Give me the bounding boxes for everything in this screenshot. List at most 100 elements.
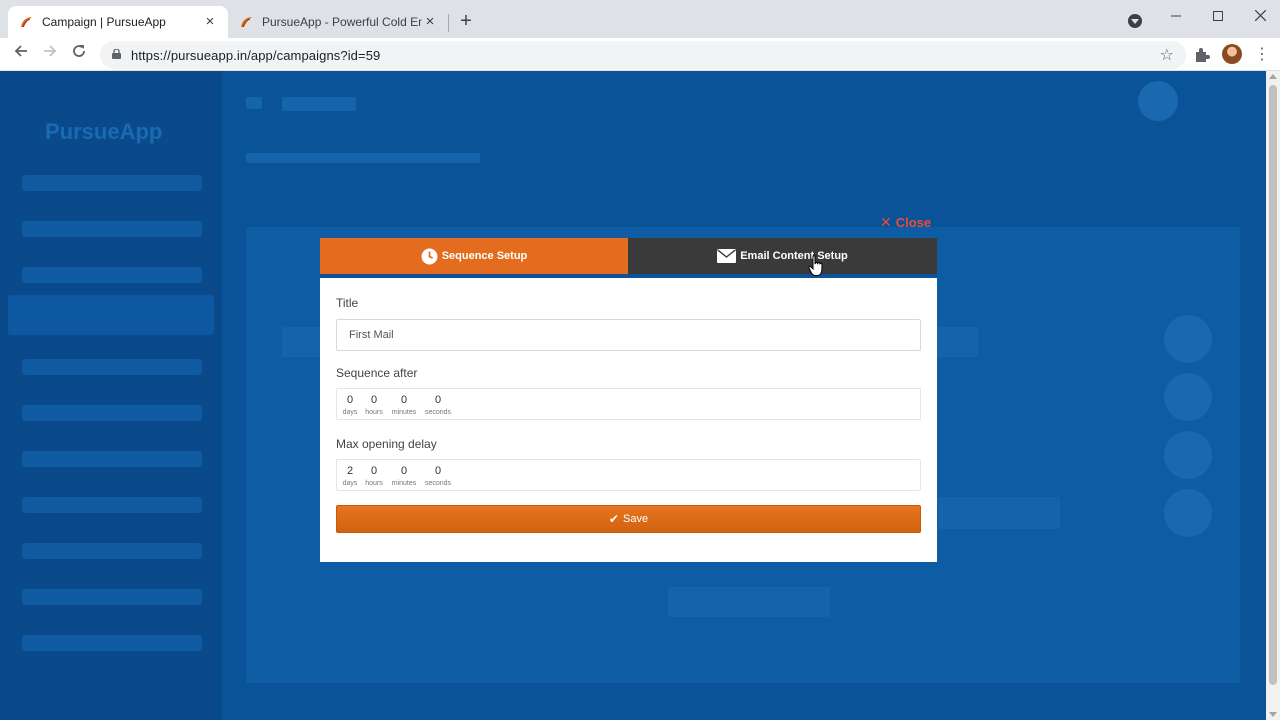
sidebar-item (22, 497, 202, 513)
max-delay-hours[interactable]: 0 hours (363, 465, 385, 488)
forward-arrow-icon (44, 45, 57, 57)
minutes-caption: minutes (391, 409, 417, 416)
seconds-value: 0 (434, 465, 442, 477)
user-avatar-placeholder (1138, 81, 1178, 121)
sequence-after-label: Sequence after (336, 366, 418, 380)
max-opening-delay-duration-picker[interactable]: 2 days 0 hours 0 minutes 0 seconds (336, 459, 921, 491)
close-icon (1254, 9, 1266, 22)
sequence-after-minutes[interactable]: 0 minutes (388, 394, 420, 417)
forward-button[interactable] (39, 43, 61, 65)
sequence-after-days[interactable]: 0 days (342, 394, 358, 417)
minutes-value: 0 (400, 394, 408, 406)
sidebar-item (22, 635, 202, 651)
close-window-button[interactable] (1249, 5, 1271, 27)
profile-avatar[interactable] (1222, 44, 1242, 64)
minimize-icon (1171, 15, 1181, 17)
page-scrollbar[interactable] (1266, 71, 1280, 720)
save-button[interactable]: ✔ Save (336, 505, 921, 533)
back-arrow-icon (14, 45, 27, 57)
scrollbar-thumb[interactable] (1269, 85, 1277, 685)
tab-sequence-setup[interactable]: Sequence Setup (320, 238, 628, 274)
close-modal-button[interactable]: ✕ Close (880, 214, 931, 231)
days-caption: days (342, 409, 358, 416)
header-title-placeholder (282, 97, 356, 111)
days-value: 0 (346, 394, 354, 406)
close-x-icon: ✕ (880, 214, 892, 230)
reload-button[interactable] (68, 43, 90, 65)
tab-email-content-setup[interactable]: Email Content Setup (628, 238, 937, 274)
browser-tab-title: PursueApp - Powerful Cold Emai (262, 15, 422, 29)
days-caption: days (342, 480, 358, 487)
tab-search-dropdown-icon[interactable] (1128, 14, 1142, 28)
sidebar-item (22, 221, 202, 237)
pursueapp-favicon-icon (21, 17, 32, 28)
sidebar-item (22, 175, 202, 191)
hours-value: 0 (370, 394, 378, 406)
browser-menu-button[interactable]: ⋮ (1254, 44, 1270, 66)
scroll-down-arrow-icon[interactable] (1269, 712, 1277, 717)
seconds-caption: seconds (424, 480, 452, 487)
tab-divider (448, 14, 449, 32)
url-text: https://pursueapp.in/app/campaigns?id=59 (131, 48, 381, 63)
bookmark-star-icon[interactable]: ☆ (1160, 45, 1174, 65)
minutes-caption: minutes (391, 480, 417, 487)
max-delay-days[interactable]: 2 days (342, 465, 358, 488)
lock-icon (112, 49, 121, 59)
hours-value: 0 (370, 465, 378, 477)
sequence-setup-form: Title First Mail Sequence after 0 days 0… (320, 278, 937, 562)
modal-tab-bar: Sequence Setup Email Content Setup (320, 238, 937, 274)
save-label: Save (622, 513, 649, 525)
breadcrumb-placeholder (246, 153, 480, 163)
days-value: 2 (346, 465, 354, 477)
seconds-value: 0 (434, 394, 442, 406)
envelope-icon (717, 249, 737, 263)
action-circle-placeholder (1164, 373, 1212, 421)
checkmark-icon: ✔ (608, 512, 619, 526)
close-tab-icon[interactable]: × (422, 14, 438, 30)
sidebar-item (22, 543, 202, 559)
pursueapp-favicon-icon (241, 17, 252, 28)
close-label: Close (895, 215, 932, 230)
browser-tab-strip: Campaign | PursueApp × PursueApp - Power… (0, 0, 1280, 38)
maximize-icon (1213, 11, 1223, 21)
panel-button-placeholder (938, 497, 1060, 529)
new-tab-button[interactable]: + (455, 11, 477, 33)
title-label: Title (336, 296, 359, 310)
panel-button-placeholder (668, 587, 830, 617)
max-delay-seconds[interactable]: 0 seconds (423, 465, 453, 488)
extensions-puzzle-icon[interactable] (1193, 46, 1211, 64)
sidebar-item (22, 405, 202, 421)
sidebar-item (22, 359, 202, 375)
tab-label: Email Content Setup (740, 250, 848, 262)
app-sidebar: PursueApp (0, 71, 222, 720)
browser-tab-title: Campaign | PursueApp (42, 15, 166, 29)
reload-icon (73, 45, 85, 57)
browser-tab-pursueapp[interactable]: PursueApp - Powerful Cold Emai × (228, 6, 448, 38)
sidebar-item (22, 267, 202, 283)
minimize-window-button[interactable] (1165, 5, 1187, 27)
sequence-after-hours[interactable]: 0 hours (363, 394, 385, 417)
sidebar-item (22, 589, 202, 605)
hours-caption: hours (365, 480, 383, 487)
tab-label: Sequence Setup (441, 250, 528, 262)
scroll-up-arrow-icon[interactable] (1269, 74, 1277, 79)
max-delay-minutes[interactable]: 0 minutes (388, 465, 420, 488)
maximize-window-button[interactable] (1207, 5, 1229, 27)
sequence-after-seconds[interactable]: 0 seconds (423, 394, 453, 417)
hand-pointer-cursor-icon (808, 255, 823, 276)
close-tab-icon[interactable]: × (202, 14, 218, 30)
clock-icon (421, 248, 438, 264)
max-opening-delay-label: Max opening delay (336, 437, 437, 451)
action-circle-placeholder (1164, 315, 1212, 363)
hours-caption: hours (365, 409, 383, 416)
sequence-after-duration-picker[interactable]: 0 days 0 hours 0 minutes 0 seconds (336, 388, 921, 420)
title-input[interactable]: First Mail (336, 319, 921, 351)
address-bar[interactable]: https://pursueapp.in/app/campaigns?id=59… (100, 41, 1186, 69)
sidebar-item-active (8, 295, 214, 335)
minutes-value: 0 (400, 465, 408, 477)
action-circle-placeholder (1164, 431, 1212, 479)
sidebar-item (22, 451, 202, 467)
back-button[interactable] (10, 43, 32, 65)
browser-tab-campaign[interactable]: Campaign | PursueApp × (8, 6, 228, 38)
browser-toolbar: https://pursueapp.in/app/campaigns?id=59… (0, 38, 1280, 71)
